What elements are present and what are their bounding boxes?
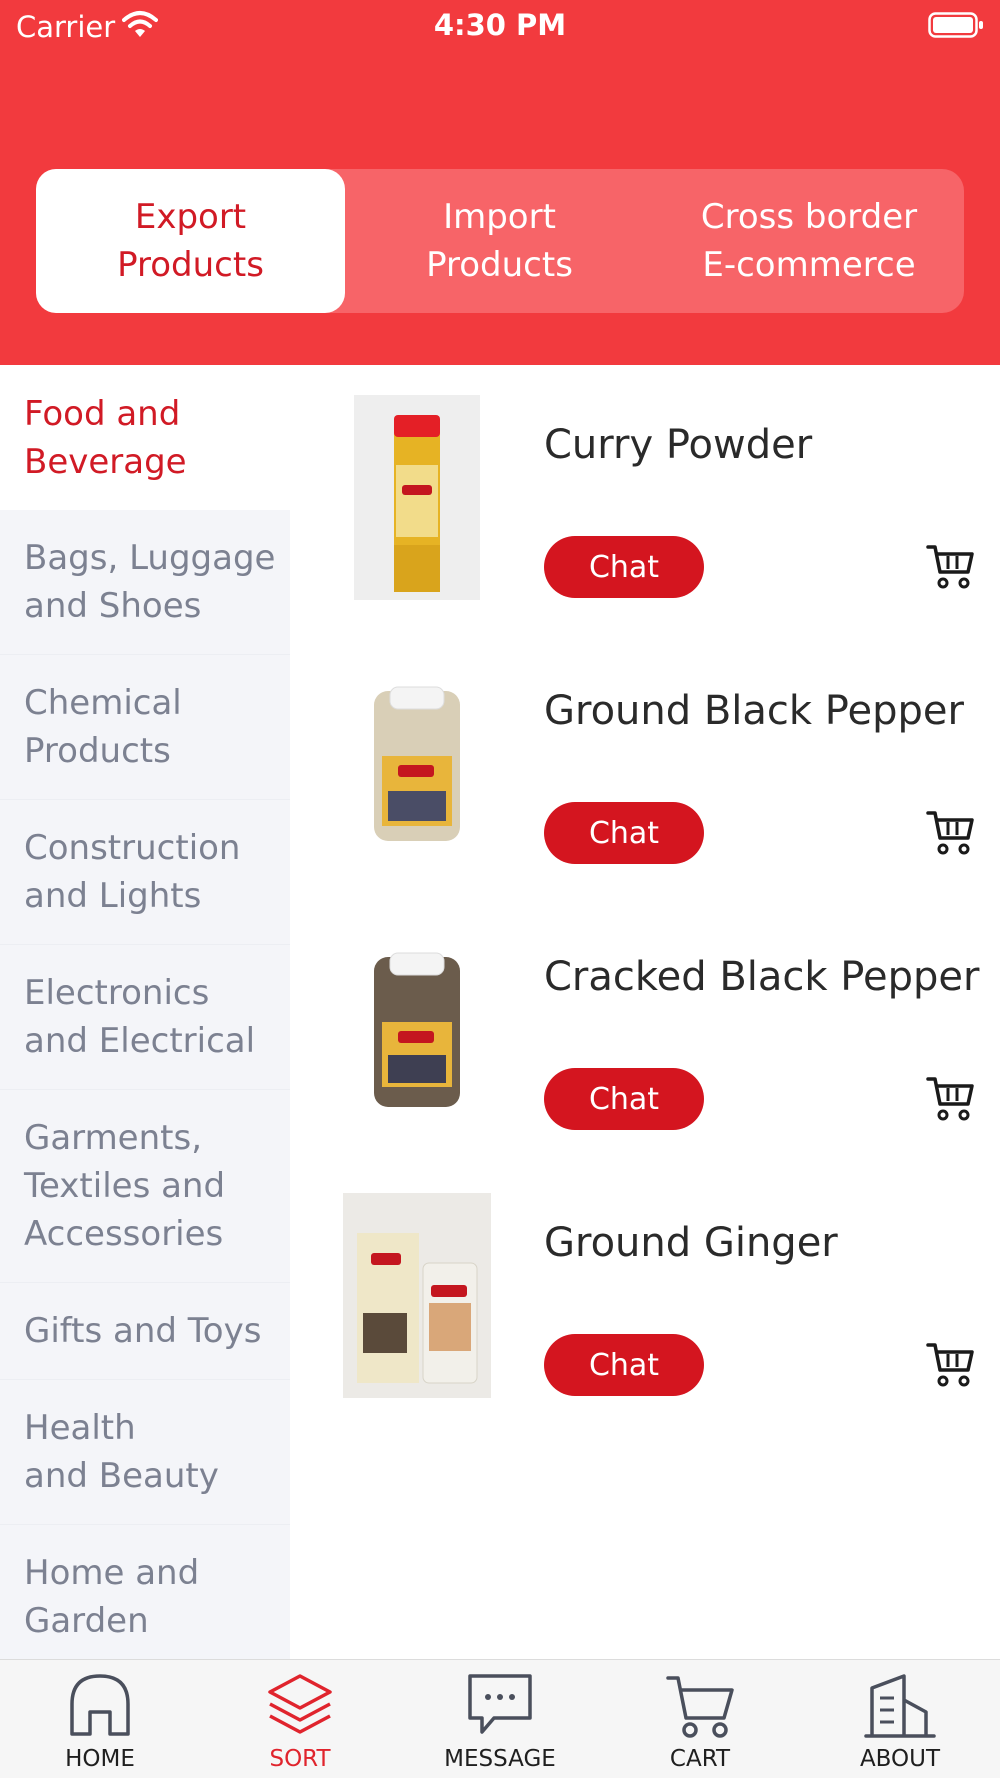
product-item[interactable]: Cracked Black Pepper Chat: [290, 924, 1000, 1190]
tab-cart[interactable]: CART: [600, 1660, 800, 1778]
bottom-tab-bar: HOME SORT MESSAGE CART ABOUT: [0, 1659, 1000, 1778]
category-electronics-electrical[interactable]: Electronics and Electrical: [0, 945, 290, 1090]
building-icon: [864, 1674, 936, 1738]
category-construction-lights[interactable]: Construction and Lights: [0, 800, 290, 945]
segment-import-products[interactable]: Import Products: [345, 169, 654, 313]
add-to-cart-icon[interactable]: [926, 542, 976, 592]
tab-message[interactable]: MESSAGE: [400, 1660, 600, 1778]
category-chemical-products[interactable]: Chemical Products: [0, 655, 290, 800]
category-home-garden[interactable]: Home and Garden: [0, 1525, 290, 1659]
tab-sort-label: SORT: [269, 1746, 331, 1772]
layers-icon: [268, 1674, 332, 1734]
tab-home-label: HOME: [65, 1746, 135, 1772]
product-item[interactable]: Ground Ginger Chat: [290, 1190, 1000, 1456]
status-bar: Carrier 4:30 PM: [0, 0, 1000, 50]
product-image: [354, 661, 480, 866]
product-name[interactable]: Ground Ginger: [544, 1220, 838, 1266]
category-garments-textiles[interactable]: Garments, Textiles and Accessories: [0, 1090, 290, 1283]
segment-export-products[interactable]: Export Products: [36, 169, 345, 313]
product-image: [354, 927, 480, 1132]
chat-button[interactable]: Chat: [544, 1334, 704, 1396]
home-icon: [70, 1674, 130, 1736]
product-name[interactable]: Cracked Black Pepper: [544, 954, 979, 1000]
product-name[interactable]: Curry Powder: [544, 422, 812, 468]
category-food-and-beverage[interactable]: Food and Beverage: [0, 365, 290, 510]
tab-home[interactable]: HOME: [0, 1660, 200, 1778]
category-gifts-toys[interactable]: Gifts and Toys: [0, 1283, 290, 1380]
tab-cart-label: CART: [669, 1746, 731, 1772]
segment-cross-border-ecommerce[interactable]: Cross border E-commerce: [654, 169, 964, 313]
product-image: [354, 395, 480, 600]
header: Carrier 4:30 PM Export Products Import P…: [0, 0, 1000, 365]
tab-message-label: MESSAGE: [444, 1746, 556, 1772]
tab-about-label: ABOUT: [859, 1746, 941, 1772]
cart-icon: [666, 1676, 734, 1738]
tab-about[interactable]: ABOUT: [800, 1660, 1000, 1778]
product-item[interactable]: Ground Black Pepper Chat: [290, 658, 1000, 924]
market-type-segmented-control: Export Products Import Products Cross bo…: [36, 169, 964, 313]
status-time: 4:30 PM: [433, 8, 567, 42]
category-bags-luggage-shoes[interactable]: Bags, Luggage and Shoes: [0, 510, 290, 655]
category-health-beauty[interactable]: Health and Beauty: [0, 1380, 290, 1525]
chat-button[interactable]: Chat: [544, 802, 704, 864]
product-name[interactable]: Ground Black Pepper: [544, 688, 964, 734]
tab-sort[interactable]: SORT: [200, 1660, 400, 1778]
battery-icon: [928, 12, 983, 38]
message-icon: [468, 1674, 532, 1734]
chat-button[interactable]: Chat: [544, 1068, 704, 1130]
product-item[interactable]: Curry Powder Chat: [290, 392, 1000, 658]
add-to-cart-icon[interactable]: [926, 808, 976, 858]
product-image: [343, 1193, 491, 1398]
category-sidebar: Food and Beverage Bags, Luggage and Shoe…: [0, 365, 290, 1659]
add-to-cart-icon[interactable]: [926, 1074, 976, 1124]
add-to-cart-icon[interactable]: [926, 1340, 976, 1390]
chat-button[interactable]: Chat: [544, 536, 704, 598]
